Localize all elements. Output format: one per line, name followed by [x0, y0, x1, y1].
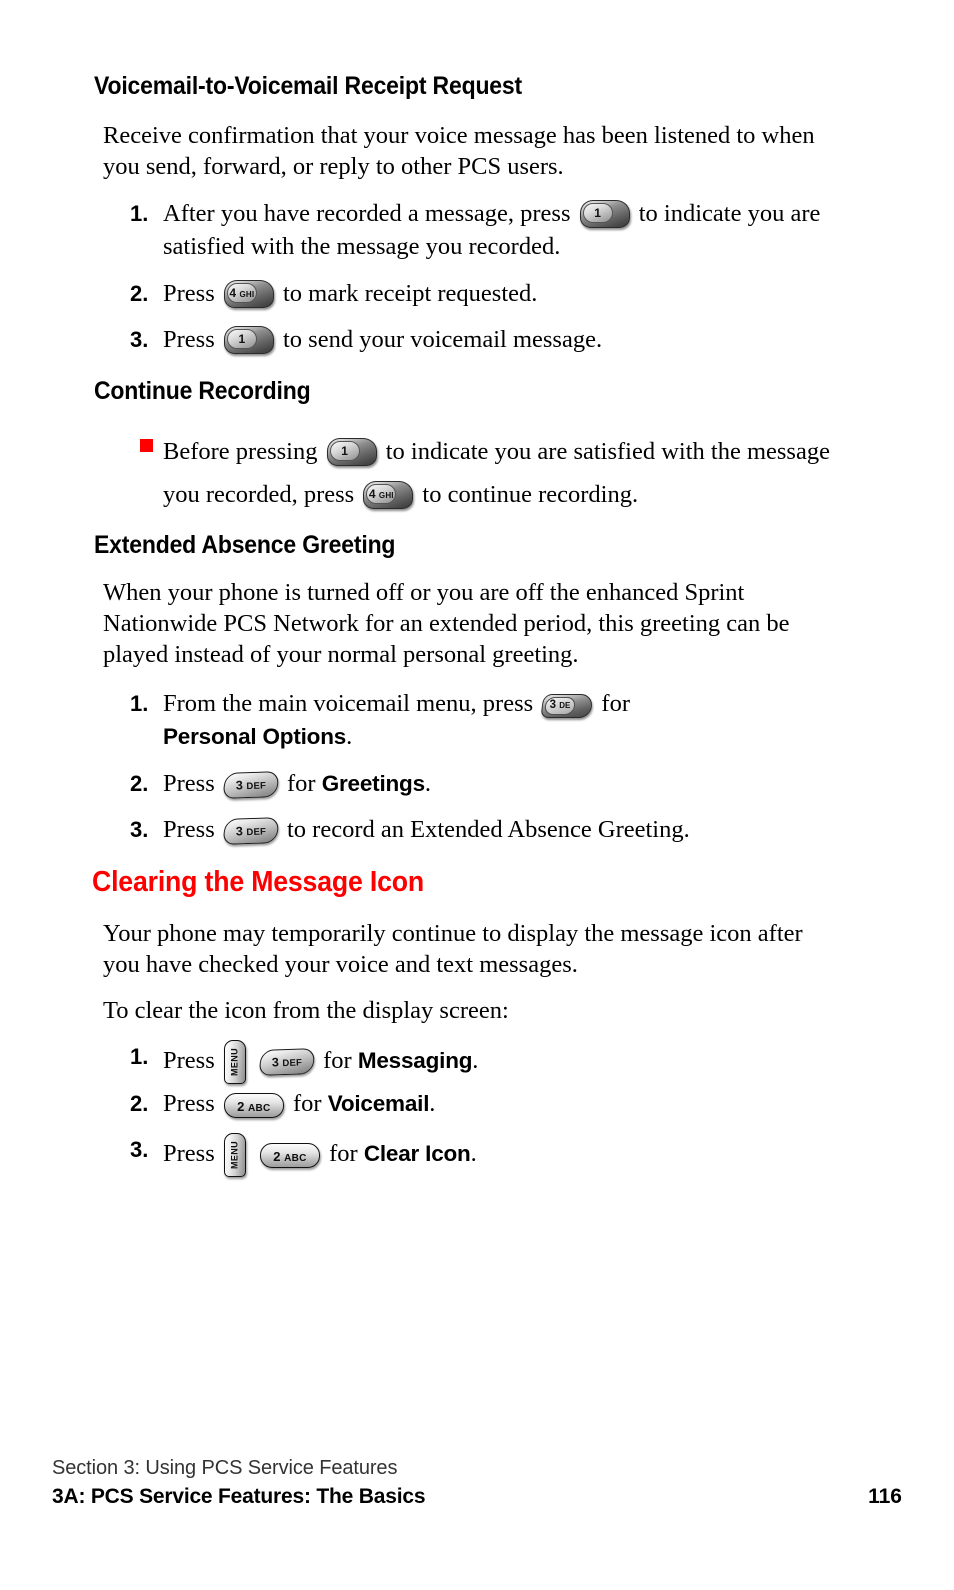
step-emphasis: Messaging — [357, 1048, 473, 1073]
phone-key-4ghi-icon: 4 GHI — [363, 481, 414, 509]
square-bullet-icon — [140, 439, 153, 452]
phone-key-menu-icon: MENU — [223, 1040, 246, 1084]
step-text-before: Press — [163, 326, 215, 353]
step-text-end: . — [429, 1090, 436, 1117]
step-text-after: for — [329, 1140, 358, 1167]
step-text-end: . — [470, 1140, 477, 1167]
list-item: 3. Press 3 DEF to record an Extended Abs… — [130, 813, 830, 846]
step-text-before: Press — [163, 1090, 215, 1117]
list-item-body: Press MENU 3 DEF for Messaging. — [163, 1040, 830, 1084]
phone-key-3def-icon: 3 DEF — [221, 771, 280, 799]
phone-key-2abc-icon: 2 ABC — [223, 1093, 284, 1118]
step-text-after: for — [601, 690, 630, 717]
key-label: 3 DEF — [235, 778, 267, 793]
paragraph-voicemail-receipt-intro: Receive confirmation that your voice mes… — [103, 122, 815, 180]
list-item: 3. Press MENU 2 ABC for Clear Icon. — [130, 1133, 830, 1177]
step-text-before: Press — [163, 280, 215, 307]
list-item: 1. Press MENU 3 DEF for Messaging. — [130, 1040, 830, 1084]
list-item-body: From the main voicemail menu, press 3 DE… — [163, 687, 830, 753]
list-item: 2. Press 3 DEF for Greetings. — [130, 767, 830, 800]
list-number: 3. — [130, 817, 149, 842]
key-label: MENU — [229, 1140, 240, 1170]
list-item-body: Press 1 to send your voicemail message. — [163, 323, 830, 356]
list-item-body: Press 3 DEF for Greetings. — [163, 767, 830, 800]
list-item: 3. Press 1 to send your voicemail messag… — [130, 323, 830, 356]
paragraph-clearing-intro: Your phone may temporarily continue to d… — [103, 920, 803, 978]
step-text-after: to record an Extended Absence Greeting. — [286, 816, 690, 843]
list-number: 2. — [130, 281, 149, 306]
key-label: 1 — [341, 444, 348, 458]
step-text-before: Press — [163, 816, 215, 843]
list-item-bullet: Before pressing 1 to indicate you are sa… — [130, 430, 830, 516]
list-item-body: Press 4 GHI to mark receipt requested. — [163, 277, 830, 310]
footer-chapter-label: 3A: PCS Service Features: The Basics — [52, 1485, 426, 1508]
step-emphasis: Greetings — [321, 771, 425, 796]
key-label: 3 DEF — [271, 1055, 303, 1070]
list-item: 2. Press 2 ABC for Voicemail. — [130, 1087, 830, 1120]
phone-key-3def-icon: 3 DEF — [257, 1048, 316, 1076]
step-text-after: for — [286, 770, 316, 797]
list-item-body: Press 3 DEF to record an Extended Absenc… — [163, 813, 830, 846]
key-label: 4 GHI — [229, 286, 255, 300]
heading-extended-absence-greeting: Extended Absence Greeting — [94, 531, 396, 559]
list-item-body: After you have recorded a message, press… — [163, 197, 830, 263]
step-emphasis: Voicemail — [327, 1091, 430, 1116]
document-page: Voicemail-to-Voicemail Receipt Request R… — [0, 0, 954, 1590]
step-text-before: Press — [163, 1140, 215, 1167]
key-label: 2 ABC — [273, 1149, 307, 1164]
list-item: 1. From the main voicemail menu, press 3… — [130, 687, 830, 753]
step-text-after: to send your voicemail message. — [282, 326, 603, 353]
step-emphasis: Clear Icon — [363, 1141, 471, 1166]
phone-key-1-icon: 1 — [326, 438, 377, 466]
phone-key-2abc-icon: 2 ABC — [259, 1143, 320, 1168]
step-text-end: . — [424, 770, 432, 797]
key-label: 3 DEF — [235, 824, 267, 839]
bullet-text-before: Before pressing — [163, 438, 318, 465]
phone-key-3de-icon: 3 DE — [540, 694, 594, 718]
step-text-after: to mark receipt requested. — [282, 280, 538, 307]
step-text-before: Press — [163, 770, 215, 797]
phone-key-4ghi-icon: 4 GHI — [223, 280, 274, 308]
phone-key-1-icon: 1 — [223, 326, 274, 354]
list-item: 1. After you have recorded a message, pr… — [130, 197, 830, 263]
key-label: 3 DE — [549, 699, 571, 711]
list-number: 3. — [130, 327, 149, 352]
list-number: 1. — [130, 691, 149, 716]
key-label: 1 — [238, 332, 246, 346]
step-text-end: . — [346, 723, 353, 750]
footer-page-number: 116 — [868, 1485, 902, 1508]
list-item-body: Press MENU 2 ABC for Clear Icon. — [163, 1133, 830, 1177]
phone-key-1-icon: 1 — [579, 200, 630, 228]
step-text-end: . — [472, 1047, 479, 1074]
key-label: 2 ABC — [237, 1099, 271, 1114]
list-number: 2. — [130, 1091, 149, 1116]
step-text-before: Press — [163, 1047, 215, 1074]
step-text-before: After you have recorded a message, press — [163, 200, 571, 227]
list-item-body: Before pressing 1 to indicate you are sa… — [163, 430, 830, 516]
list-number: 2. — [130, 771, 149, 796]
phone-key-menu-icon: MENU — [223, 1133, 246, 1177]
paragraph-clearing-lead-in: To clear the icon from the display scree… — [103, 997, 509, 1024]
list-item: 2. Press 4 GHI to mark receipt requested… — [130, 277, 830, 310]
key-label: 1 — [594, 206, 601, 220]
paragraph-extended-absence-intro: When your phone is turned off or you are… — [103, 579, 790, 668]
step-text-after: for — [292, 1090, 322, 1117]
step-text-after: for — [323, 1047, 352, 1074]
list-number: 3. — [130, 1137, 149, 1162]
footer-section-label: Section 3: Using PCS Service Features — [52, 1457, 398, 1479]
key-label: 4 GHI — [368, 487, 394, 501]
heading-clearing-message-icon: Clearing the Message Icon — [92, 866, 424, 898]
list-number: 1. — [130, 201, 149, 226]
heading-voicemail-receipt-request: Voicemail-to-Voicemail Receipt Request — [94, 72, 523, 100]
list-number: 1. — [130, 1044, 149, 1069]
key-label: MENU — [229, 1047, 240, 1077]
heading-continue-recording: Continue Recording — [94, 377, 311, 405]
step-emphasis: Personal Options — [163, 724, 347, 749]
step-text-before: From the main voicemail menu, press — [163, 690, 534, 717]
bullet-text-after: to continue recording. — [422, 481, 639, 508]
phone-key-3def-icon: 3 DEF — [221, 817, 280, 845]
list-item-body: Press 2 ABC for Voicemail. — [163, 1087, 830, 1120]
